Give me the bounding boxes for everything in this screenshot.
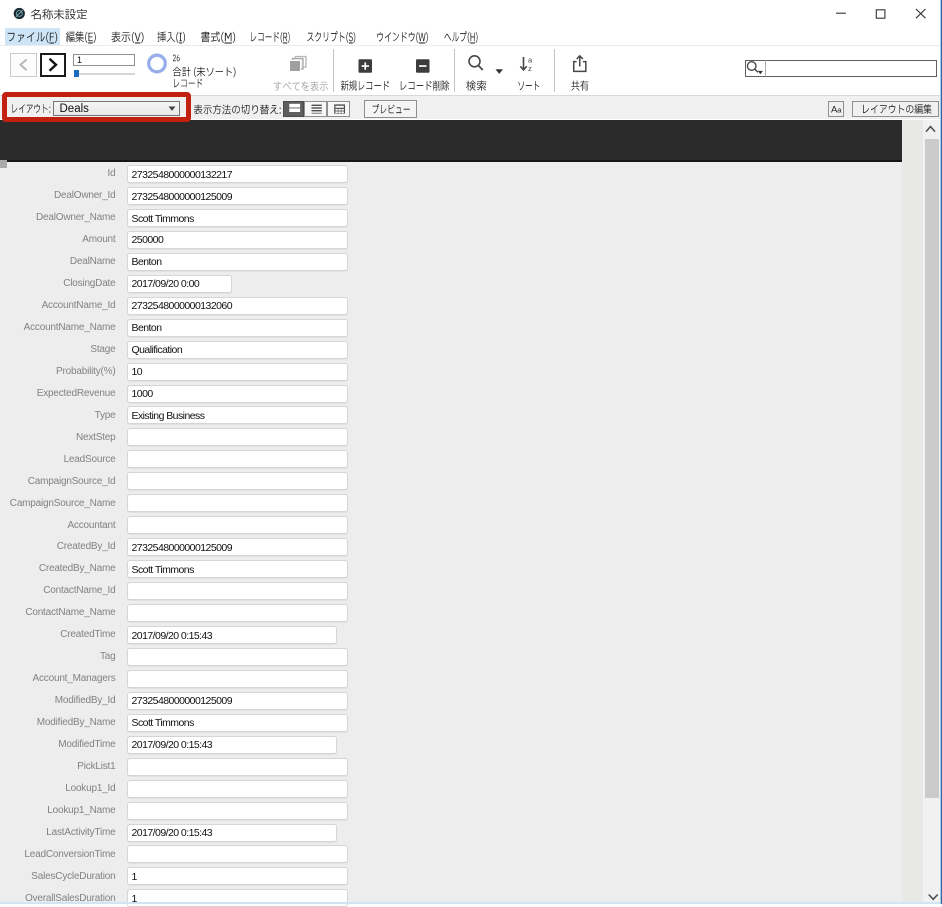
svg-text:z: z <box>528 64 532 73</box>
svg-text:a: a <box>528 56 533 65</box>
